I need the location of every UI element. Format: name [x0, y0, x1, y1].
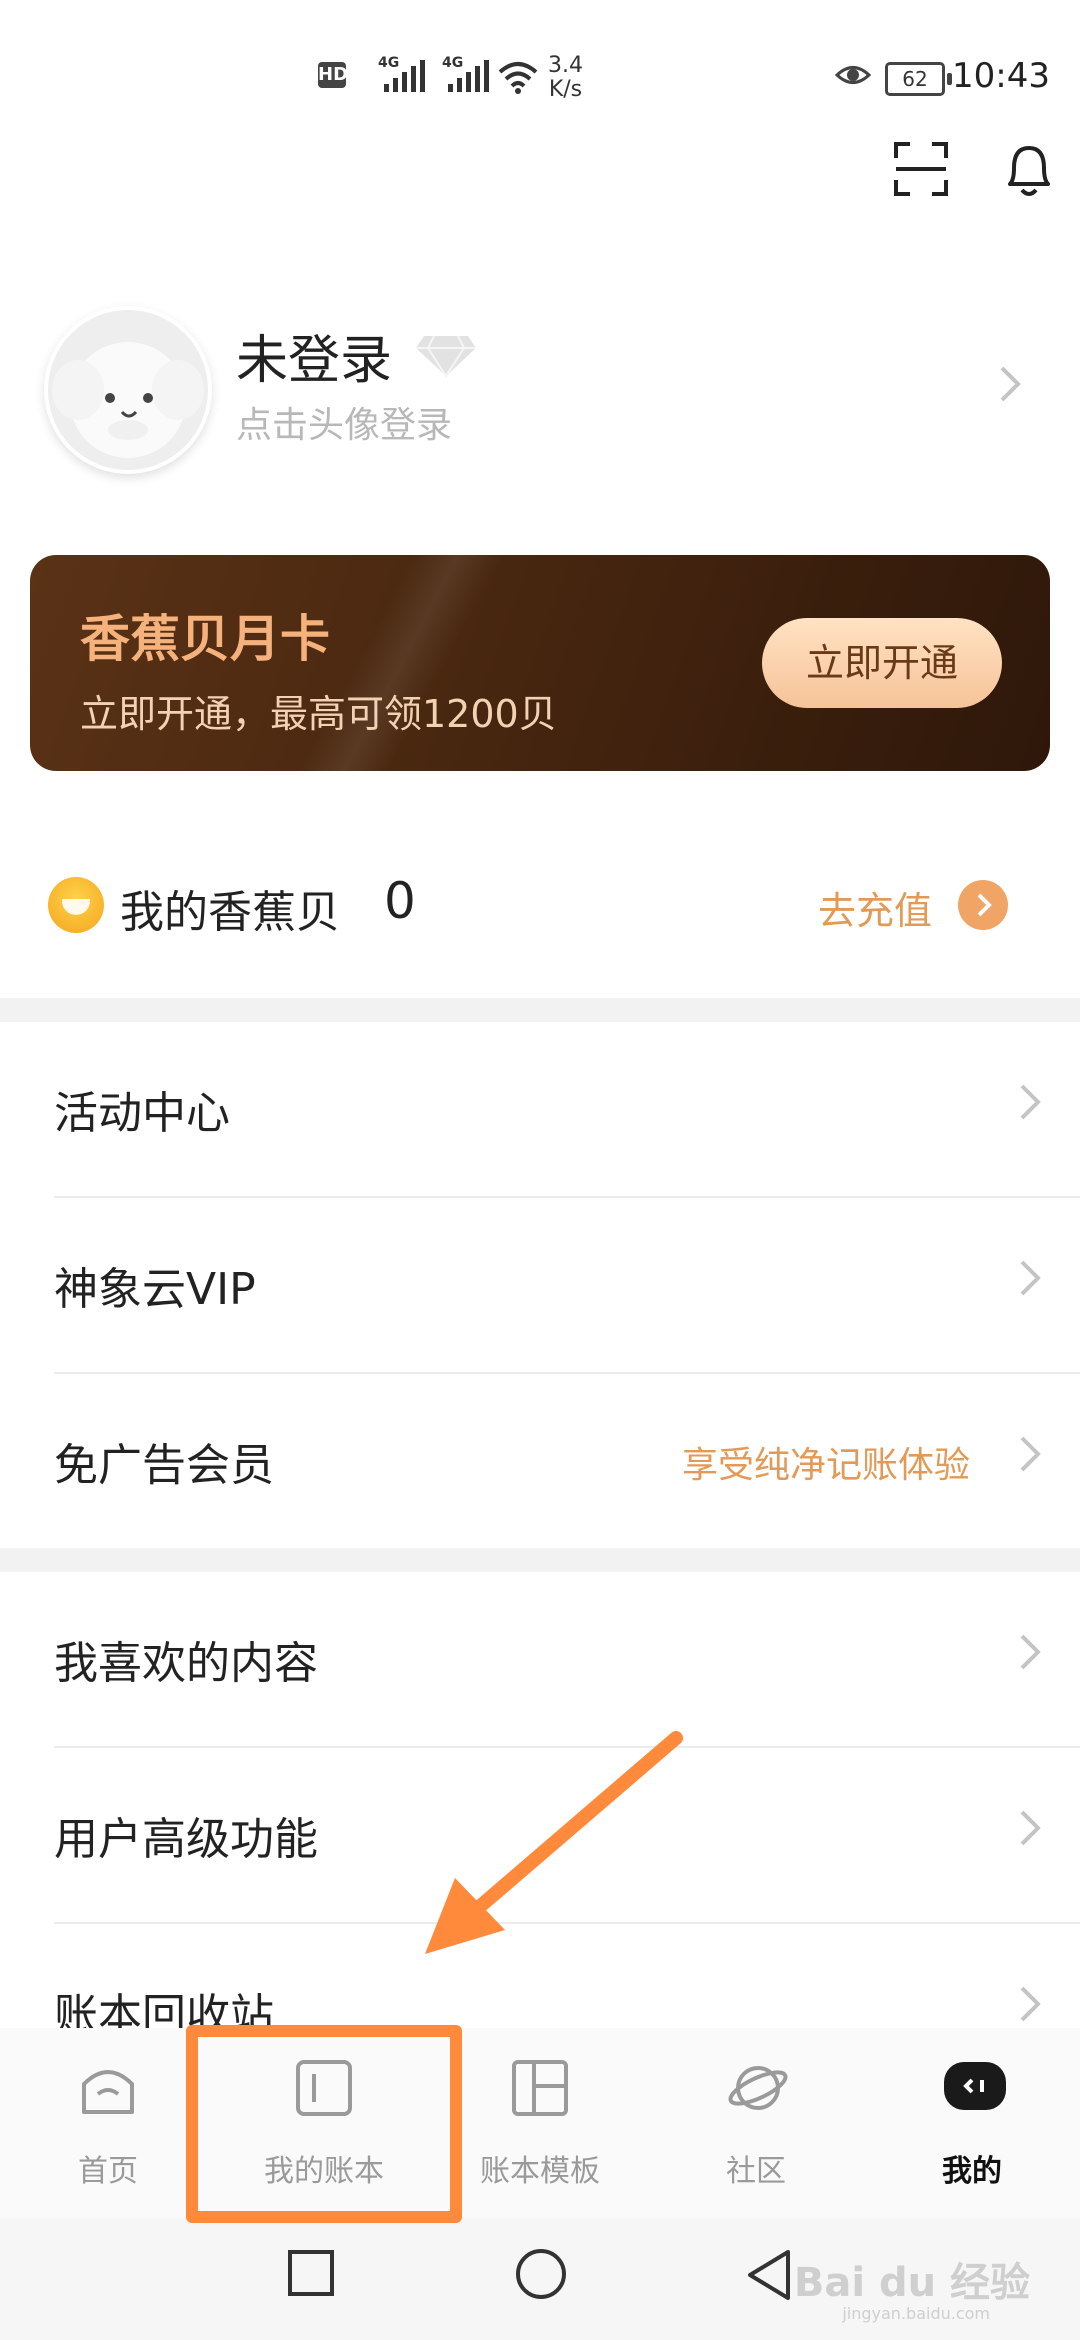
wifi-icon	[498, 62, 538, 94]
banana-month-card[interactable]: 香蕉贝月卡 立即开通，最高可领1200贝 立即开通	[30, 555, 1050, 771]
recharge-link[interactable]: 去充值	[818, 880, 932, 935]
signal2-icon	[448, 60, 489, 92]
battery-indicator: 62	[885, 62, 952, 96]
recharge-arrow-icon[interactable]	[958, 880, 1008, 930]
menu-item-label: 用户高级功能	[54, 1814, 318, 1865]
network-speed: 3.4 K/s	[548, 54, 583, 102]
annotation-highlight-box	[186, 2025, 462, 2223]
speed-unit: K/s	[548, 77, 583, 102]
menu-item-label: 活动中心	[54, 1088, 230, 1139]
menu-item-label: 免广告会员	[54, 1440, 274, 1491]
bottom-tab-bar: 首页 我的账本 账本模板 社区 我的	[0, 2028, 1080, 2218]
menu-item-activity-center[interactable]: 活动中心	[0, 1022, 1080, 1196]
coin-icon	[48, 877, 104, 933]
avatar-mascot-icon	[52, 342, 204, 458]
home-nav-icon[interactable]	[514, 2248, 568, 2302]
mine-icon	[944, 2062, 1006, 2110]
banana-balance-row[interactable]: 我的香蕉贝 0 去充值	[0, 850, 1080, 960]
clock: 10:43	[952, 56, 1050, 96]
menu-item-cloud-vip[interactable]: 神象云VIP	[0, 1198, 1080, 1372]
home-icon	[82, 2070, 134, 2114]
tab-label: 首页	[78, 2154, 138, 2189]
back-icon[interactable]	[744, 2248, 794, 2302]
tab-home[interactable]: 首页	[28, 2048, 188, 2198]
activate-button[interactable]: 立即开通	[762, 618, 1002, 708]
tab-label: 社区	[726, 2154, 786, 2189]
eye-icon	[835, 66, 871, 84]
balance-label: 我的香蕉贝	[120, 887, 340, 938]
tab-ledger-templates[interactable]: 账本模板	[460, 2048, 620, 2198]
chevron-right-icon	[977, 893, 992, 917]
chevron-right-icon	[1020, 1260, 1041, 1296]
signal1-icon	[384, 60, 425, 92]
avatar[interactable]	[44, 306, 212, 474]
speed-value: 3.4	[548, 53, 583, 78]
top-actions	[830, 140, 1080, 200]
section-gap	[0, 1548, 1080, 1572]
chevron-right-icon	[1020, 1986, 1041, 2022]
menu-item-hint: 享受纯净记账体验	[681, 1445, 970, 1486]
chevron-right-icon	[1020, 1084, 1041, 1120]
template-icon	[512, 2060, 568, 2116]
chevron-right-icon	[1020, 1436, 1041, 1472]
menu-item-label: 我喜欢的内容	[54, 1638, 318, 1689]
tab-mine[interactable]: 我的	[892, 2048, 1052, 2198]
chevron-right-icon	[1020, 1634, 1041, 1670]
tab-label: 账本模板	[480, 2154, 600, 2189]
status-bar: HD 4G 4G 3.4 K/s 62 10:43	[0, 0, 1080, 150]
system-navigation-bar: Bai du 经验 jingyan.baidu.com	[0, 2218, 1080, 2340]
menu-item-label: 神象云VIP	[54, 1264, 256, 1315]
menu-item-ad-free[interactable]: 免广告会员 享受纯净记账体验	[0, 1374, 1080, 1548]
section-gap	[0, 998, 1080, 1022]
balance-value: 0	[384, 872, 416, 930]
planet-icon	[728, 2066, 788, 2110]
tab-label: 我的	[942, 2154, 1002, 2189]
profile-header[interactable]: 未登录 点击头像登录	[40, 306, 1040, 476]
diamond-icon	[416, 335, 476, 378]
scan-icon[interactable]	[892, 140, 950, 198]
baidu-watermark: Bai du 经验	[793, 2260, 1030, 2306]
menu-item-advanced-features[interactable]: 用户高级功能	[0, 1748, 1080, 1922]
baidu-watermark-url: jingyan.baidu.com	[842, 2304, 990, 2323]
hd-badge: HD	[318, 62, 348, 88]
tab-community[interactable]: 社区	[676, 2048, 836, 2198]
card-subtitle: 立即开通，最高可领1200贝	[80, 692, 557, 736]
chevron-right-icon	[1000, 366, 1021, 402]
chevron-right-icon	[1020, 1810, 1041, 1846]
profile-name: 未登录	[236, 331, 393, 391]
profile-login-hint: 点击头像登录	[236, 405, 453, 446]
menu-item-liked-content[interactable]: 我喜欢的内容	[0, 1572, 1080, 1746]
bell-icon[interactable]	[1000, 140, 1058, 200]
card-title: 香蕉贝月卡	[80, 610, 330, 668]
recent-apps-icon[interactable]	[286, 2248, 336, 2298]
